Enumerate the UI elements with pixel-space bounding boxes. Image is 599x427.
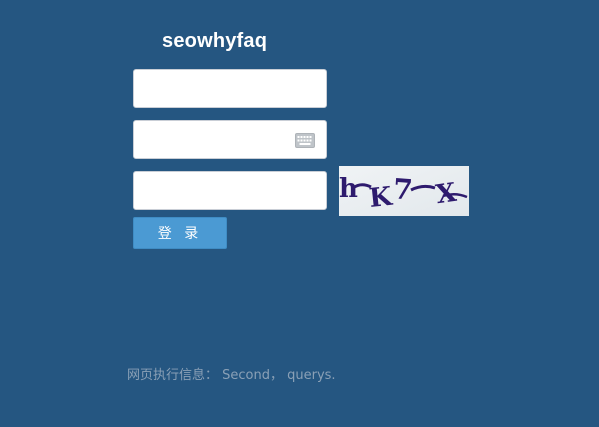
captcha-image[interactable]: h K 7 X bbox=[339, 166, 469, 216]
svg-text:K: K bbox=[368, 182, 395, 214]
username-input[interactable] bbox=[133, 69, 327, 108]
captcha-input[interactable] bbox=[133, 171, 327, 210]
svg-text:7: 7 bbox=[392, 172, 414, 206]
login-button[interactable]: 登 录 bbox=[133, 217, 227, 249]
keyboard-icon[interactable] bbox=[295, 133, 315, 148]
page-execution-info: 网页执行信息： Second， querys. bbox=[127, 368, 336, 383]
svg-text:h: h bbox=[339, 174, 358, 204]
site-title: seowhyfaq bbox=[162, 30, 268, 52]
